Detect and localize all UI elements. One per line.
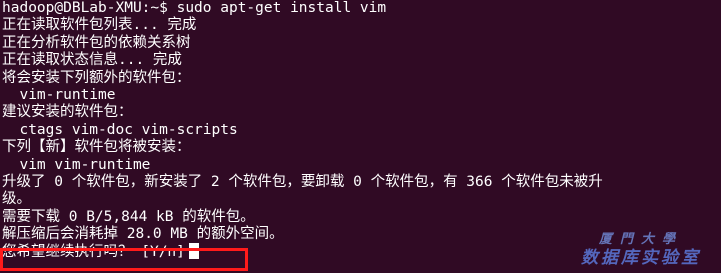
output-line: 解压缩后会消耗掉 28.0 MB 的额外空间。 xyxy=(2,226,284,243)
output-line: 正在读取状态信息... 完成 xyxy=(2,52,182,69)
confirm-prompt-line[interactable]: 您希望继续执行吗？ [Y/n] xyxy=(2,243,721,260)
output-line: 正在分析软件包的依赖关系树 xyxy=(2,34,191,51)
output-line: 正在读取软件包列表... 完成 xyxy=(2,17,197,34)
output-line: vim-runtime xyxy=(2,86,116,103)
output-line: 需要下载 0 B/5,844 kB 的软件包。 xyxy=(2,208,255,225)
output-line: vim vim-runtime xyxy=(2,156,151,173)
output-line: 建议安装的软件包： xyxy=(2,104,133,121)
output-line: ctags vim-doc vim-scripts xyxy=(2,121,238,138)
confirm-prompt-text: 您希望继续执行吗？ [Y/n] xyxy=(2,244,185,261)
output-line: 升级了 0 个软件包，新安装了 2 个软件包，要卸载 0 个软件包，有 366 … xyxy=(2,173,603,190)
terminal-command-line: hadoop@DBLab-XMU:~$ sudo apt-get install… xyxy=(2,0,387,16)
output-line: 下列【新】软件包将被安装： xyxy=(2,139,191,156)
terminal-window[interactable]: hadoop@DBLab-XMU:~$ sudo apt-get install… xyxy=(2,0,721,273)
output-line: 级。 xyxy=(2,191,31,208)
text-cursor[interactable] xyxy=(188,243,199,260)
output-line: 将会安装下列额外的软件包： xyxy=(2,69,191,86)
